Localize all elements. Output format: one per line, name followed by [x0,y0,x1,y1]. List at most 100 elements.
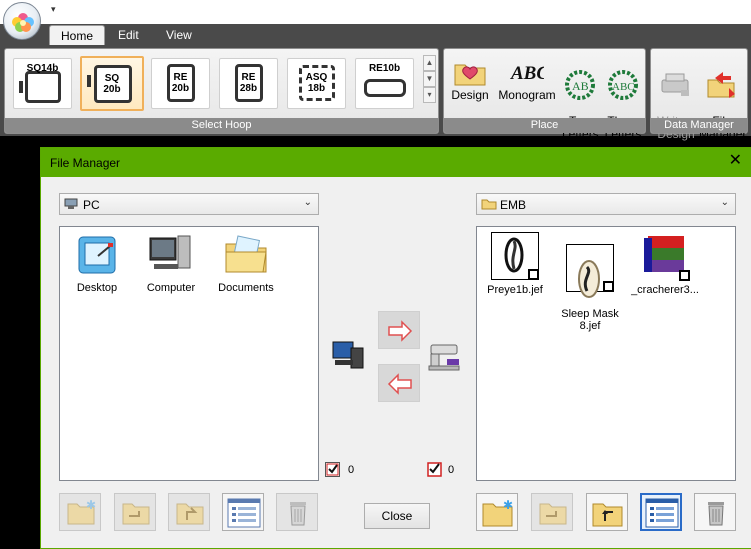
tab-edit[interactable]: Edit [107,25,150,45]
monogram-abc-icon: ABC [510,63,544,84]
file-manager-dialog: File Manager ✕ PC ⌄ EMB ⌄ Desktop Comput… [40,147,751,549]
dialog-title-bar: File Manager ✕ [41,148,751,177]
folder-up-icon [592,503,623,527]
folder-icon [481,199,497,210]
hoop-sq14b[interactable]: SQ14b [13,58,72,109]
move-folder-pc-button[interactable] [114,493,156,531]
list-item-computer[interactable]: Computer [136,232,206,294]
thumbnail-checkbox[interactable] [603,281,614,292]
list-item-cracherer3[interactable]: _cracherer3... [627,232,703,296]
pc-selected-count: 0 [348,464,355,476]
pc-location-dropdown[interactable]: PC ⌄ [59,193,319,215]
group-label: Place [444,118,645,133]
hoop-label: RE 20b [171,72,190,94]
hoop-frame-icon [364,79,406,97]
item-label: Documents [218,282,274,294]
list-item-documents[interactable]: Documents [211,232,281,294]
hoop-label: RE 28b [239,72,258,94]
item-label: Desktop [76,282,118,294]
hoop-re28b[interactable]: RE 28b [219,58,278,109]
trash-icon [708,502,724,526]
quick-access-dropdown-icon[interactable]: ▾ [51,4,56,15]
emb-location-label: EMB [500,198,527,212]
arrow-right-icon [388,320,413,342]
svg-text:✱: ✱ [86,498,96,512]
hoop-sq20b[interactable]: SQ 20b [80,56,144,111]
monogram-button[interactable]: ABC Monogram [497,57,557,102]
hoop-scroll-up-button[interactable]: ▲ [423,55,436,71]
checkmark-icon [427,462,442,477]
item-label: _cracherer3... [631,284,699,296]
tab-view[interactable]: View [155,25,203,45]
flower-logo-icon [12,13,34,32]
group-label: Select Hoop [5,118,438,133]
close-button[interactable]: Close [364,503,430,529]
list-item-desktop[interactable]: Desktop [62,232,132,294]
emb-location-dropdown[interactable]: EMB ⌄ [476,193,736,215]
svg-text:ABC: ABC [612,81,635,93]
sleep-mask-design-icon [578,260,600,298]
new-folder-icon: ✱ [67,498,96,525]
hoop-re10b[interactable]: RE10b [355,58,414,109]
design-button[interactable]: Design [449,57,491,102]
hoop-scroll-more-button[interactable]: ▾ [423,87,436,103]
up-folder-pc-button[interactable] [168,493,210,531]
move-folder-emb-button[interactable] [531,493,573,531]
hoop-clamp-icon [19,81,23,93]
new-folder-icon: ✱ [482,498,513,527]
list-view-icon [227,498,261,528]
svg-text:AB: AB [572,79,589,93]
pc-drive-icon [64,198,78,209]
send-to-machine-button[interactable] [378,311,420,349]
delete-pc-button[interactable] [276,493,318,531]
hoop-frame-icon [25,71,61,103]
checkmark-icon [326,463,339,476]
design-heart-folder-icon [454,64,486,86]
arrow-left-icon [387,373,412,395]
dialog-close-icon[interactable]: ✕ [729,153,742,169]
new-folder-pc-button[interactable]: ✱ [59,493,101,531]
send-to-pc-button[interactable] [378,364,420,402]
select-all-emb-checkbox[interactable] [427,462,442,477]
list-view-emb-button[interactable] [640,493,682,531]
up-folder-emb-button[interactable] [586,493,628,531]
desktop-icon [78,236,116,274]
folder-return-icon [539,503,567,525]
list-view-pc-button[interactable] [222,493,264,531]
item-label: Sleep Mask 8.jef [561,308,619,332]
title-bar: ▾ Home Edit View [0,0,751,45]
hoop-asq18b[interactable]: ASQ 18b [287,58,346,109]
computer-icon [149,235,191,269]
tab-home[interactable]: Home [49,25,106,45]
emb-file-list[interactable]: Preye1b.jef Sleep Mask 8.jef _cracherer3… [476,226,736,481]
group-label: Data Manager [651,118,747,133]
emb-selected-count: 0 [448,464,455,476]
hoop-label: SQ 20b [103,73,121,95]
hoop-label: RE10b [368,63,401,74]
item-label: Preye1b.jef [487,284,543,296]
pc-file-list[interactable]: Desktop Computer Documents [59,226,319,481]
pc-computer-icon [332,341,364,369]
dialog-title: File Manager [50,156,121,170]
thumbnail-checkbox[interactable] [528,269,539,280]
hoop-re20b[interactable]: RE 20b [151,58,210,109]
chevron-down-icon: ⌄ [720,197,729,208]
delete-emb-button[interactable] [694,493,736,531]
hoop-label: ASQ 18b [305,72,328,94]
list-item-sleep-mask[interactable]: Sleep Mask 8.jef [554,232,626,332]
hoop-scroll-down-button[interactable]: ▼ [423,71,436,87]
svg-text:ABC: ABC [510,63,544,84]
pc-location-label: PC [83,198,100,212]
data-manager-group: Write a Design File Manager Data Manager [650,48,748,141]
thumbnail-checkbox[interactable] [679,270,690,281]
new-folder-emb-button[interactable]: ✱ [476,493,518,531]
select-all-pc-checkbox[interactable] [325,462,340,477]
place-group: Design ABC Monogram AB Two Letters ABC T… [443,48,646,141]
embroidery-thumbnail [641,232,690,281]
app-menu-button[interactable] [3,2,41,40]
embroidery-thumbnail [566,244,614,298]
list-item-preye1b[interactable]: Preye1b.jef [479,232,551,296]
folder-up-icon [176,503,204,525]
documents-folder-icon [225,235,267,273]
ribbon: SQ14b SQ 20b RE 20b RE 28b ASQ 18b RE10b… [0,45,751,141]
